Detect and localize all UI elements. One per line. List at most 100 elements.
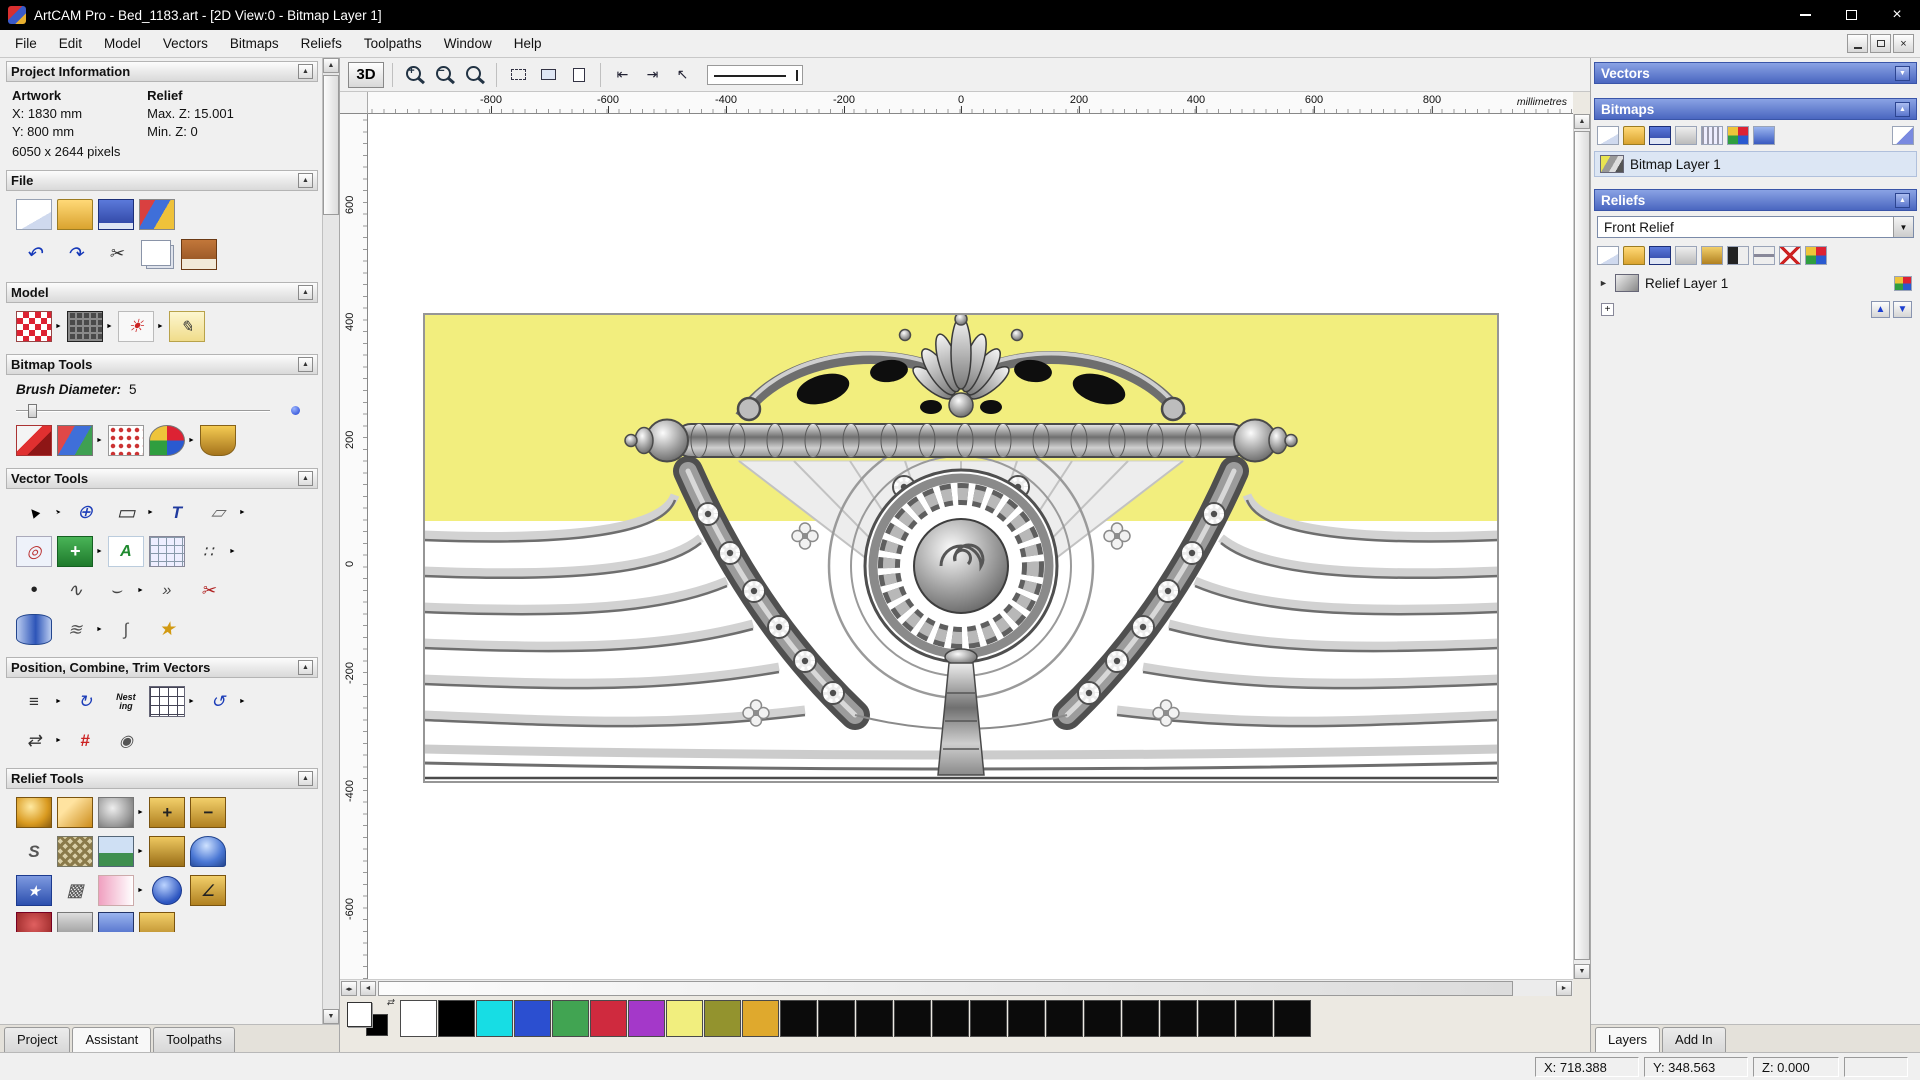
zoom-page-icon[interactable] [565,62,592,88]
create-text-icon[interactable]: T [158,497,195,528]
brush-diameter-slider[interactable] [16,402,304,420]
relief-clipart-icon[interactable] [98,836,134,867]
greyscale-icon[interactable] [1727,246,1749,265]
wrap-star-icon[interactable]: ★ [148,614,185,645]
trim-icon[interactable]: ✂ [189,575,226,606]
close-icon[interactable]: × [1874,0,1920,30]
turn-relief-icon[interactable] [151,876,182,905]
swap-colours-icon[interactable]: ⇄ [386,997,394,1008]
menu-help[interactable]: Help [503,31,553,56]
relief-tool-icon[interactable] [98,912,134,932]
flyout-arrow-icon[interactable]: ► [188,698,195,705]
flood-fill-icon[interactable] [57,425,93,456]
layer-colour-icon[interactable] [1805,246,1827,265]
transform-vectors-icon[interactable]: ⊕ [66,497,103,528]
angle-relief-icon[interactable]: ∠ [189,875,226,906]
palette-swatch[interactable] [704,999,741,1037]
rotate-copy-icon[interactable]: ↺ [199,686,236,717]
flyout-arrow-icon[interactable]: ► [229,548,236,555]
palette-swatch[interactable] [1198,999,1235,1037]
snap-points-icon[interactable]: ∷ [189,536,226,567]
save-icon[interactable] [98,199,134,230]
palette-icon[interactable] [148,425,185,456]
palette-swatch[interactable] [856,999,893,1037]
tab-layers[interactable]: Layers [1595,1027,1661,1052]
menu-reliefs[interactable]: Reliefs [290,31,353,56]
scroll-down-icon[interactable]: ▼ [1574,964,1590,979]
mdi-minimize-icon[interactable] [1847,34,1868,53]
import-model-icon[interactable] [139,199,175,230]
new-layer-icon[interactable] [1597,126,1619,145]
flyout-arrow-icon[interactable]: ► [188,437,195,444]
palette-swatch[interactable] [590,999,627,1037]
join-vectors-icon[interactable]: » [148,575,185,606]
palette-swatch[interactable] [400,999,437,1037]
palette-swatch[interactable] [894,999,931,1037]
undo-icon[interactable]: ↶ [16,238,52,270]
menu-window[interactable]: Window [433,31,503,56]
palette-swatch[interactable] [1236,999,1273,1037]
cast-relief-icon[interactable] [148,836,185,867]
maximize-icon[interactable] [1828,0,1874,30]
flyout-arrow-icon[interactable]: ► [55,737,62,744]
flyout-arrow-icon[interactable]: ► [239,509,246,516]
palette-swatch[interactable] [1008,999,1045,1037]
palette-swatch[interactable] [780,999,817,1037]
paste-on-curve-icon[interactable] [148,536,185,567]
redo-icon[interactable]: ↷ [57,238,93,270]
flyout-arrow-icon[interactable]: ► [137,809,144,816]
canvas-horizontal-scrollbar[interactable]: ◂▸ ◄ ► [340,979,1573,996]
spin-icon[interactable]: ↻ [66,686,103,717]
star-relief-icon[interactable]: ★ [16,875,52,906]
scroll-up-icon[interactable]: ▲ [323,58,339,73]
set-model-size-icon[interactable] [16,311,52,342]
mdi-close-icon[interactable]: × [1893,34,1914,53]
tab-project[interactable]: Project [4,1027,71,1052]
collapse-section-icon[interactable]: ▲ [298,64,313,79]
menu-model[interactable]: Model [93,31,152,56]
block-copy-icon[interactable] [148,686,185,717]
palette-swatch[interactable] [932,999,969,1037]
fade-relief-icon[interactable] [98,875,134,906]
collapse-section-icon[interactable]: ▲ [298,357,313,372]
nesting-icon[interactable]: Nesting [107,686,144,717]
palette-swatch[interactable] [742,999,779,1037]
smooth-relief-icon[interactable] [57,797,93,828]
merge-layers-icon[interactable] [1675,126,1697,145]
node-edit-icon[interactable]: + [57,536,93,567]
menu-vectors[interactable]: Vectors [152,31,219,56]
palette-swatch[interactable] [1084,999,1121,1037]
open-layer-icon[interactable] [1623,246,1645,265]
palette-swatch[interactable] [1274,999,1311,1037]
flyout-arrow-icon[interactable]: ► [157,323,164,330]
flyout-arrow-icon[interactable]: ► [147,509,154,516]
freehand-icon[interactable]: ∿ [57,575,93,606]
pixel-paint-icon[interactable] [107,425,144,456]
menu-bitmaps[interactable]: Bitmaps [219,31,290,56]
collapse-section-icon[interactable]: ▲ [298,285,313,300]
flyout-arrow-icon[interactable]: ► [137,887,144,894]
distort-icon[interactable]: ≋ [57,614,93,645]
flyout-arrow-icon[interactable]: ► [96,548,103,555]
bitmap-layer-row[interactable]: Bitmap Layer 1 [1594,151,1917,177]
palette-swatch[interactable] [476,999,513,1037]
select-vectors-icon[interactable]: ▲ [10,489,58,536]
paste-icon[interactable] [181,238,217,270]
create-dot-icon[interactable]: • [16,575,52,606]
minimize-icon[interactable] [1782,0,1828,30]
align-icon[interactable]: ≡ [16,686,52,717]
palette-swatch[interactable] [970,999,1007,1037]
zoom-in-icon[interactable]: + [401,62,428,88]
flyout-arrow-icon[interactable]: ► [137,848,144,855]
canvas-2d-view[interactable] [368,114,1573,979]
scroll-up-icon[interactable]: ▲ [1574,114,1590,129]
transparency-icon[interactable] [1701,126,1723,145]
texture-relief-icon[interactable]: ▩ [57,875,93,906]
zoom-drawing-icon[interactable] [535,62,562,88]
create-cylinder-icon[interactable] [16,614,52,645]
scrollbar-thumb[interactable] [378,981,1513,996]
canvas-vertical-scrollbar[interactable]: ▲ ▼ [1573,114,1590,979]
add-node-icon[interactable]: + [1601,303,1614,316]
lighting-icon[interactable]: ☀ [117,311,154,342]
add-relief-icon[interactable]: + [148,797,185,828]
